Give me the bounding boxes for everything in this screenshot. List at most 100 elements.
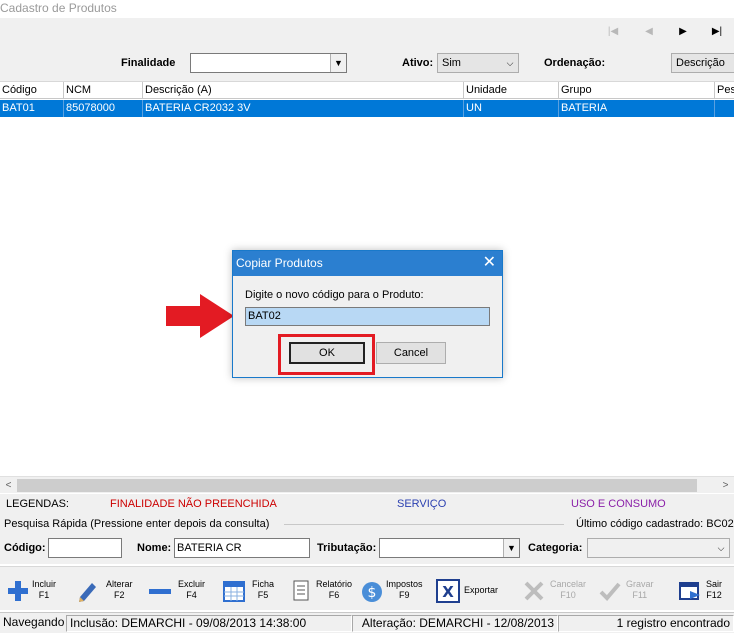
tributacao-select[interactable]: ▼ bbox=[379, 538, 520, 558]
excluir-label: Excluir bbox=[178, 579, 206, 589]
relatorio-label: Relatório bbox=[316, 579, 353, 589]
chevron-down-icon: ▼ bbox=[503, 539, 519, 557]
window-title: Cadastro de Produtos bbox=[0, 0, 734, 18]
ativo-select[interactable]: Sim ⌵ bbox=[437, 53, 519, 73]
ativo-label: Ativo: bbox=[402, 57, 434, 69]
cell-ncm: 85078000 bbox=[64, 100, 143, 117]
excluir-key: F4 bbox=[186, 590, 197, 600]
cancel-icon bbox=[524, 581, 544, 601]
exportar-label: Exportar bbox=[464, 585, 499, 595]
last-record-button[interactable]: ▶| bbox=[706, 23, 728, 41]
sair-label: Sair bbox=[706, 579, 723, 589]
legend-bar: LEGENDAS: FINALIDADE NÃO PREENCHIDA SERV… bbox=[0, 494, 734, 514]
filter-bar: Finalidade ▼ Ativo: Sim ⌵ Ordenação: Des… bbox=[0, 46, 734, 82]
legend-finalidade-nao-preenchida: FINALIDADE NÃO PREENCHIDA bbox=[110, 498, 277, 510]
finalidade-label: Finalidade bbox=[121, 57, 176, 69]
scroll-left-icon[interactable]: < bbox=[0, 478, 17, 493]
horizontal-scrollbar[interactable]: < > bbox=[0, 476, 734, 493]
divider bbox=[284, 524, 564, 525]
column-header-peso[interactable]: Pes bbox=[715, 82, 734, 99]
incluir-button[interactable]: Incluir F1 bbox=[6, 573, 68, 607]
relatorio-key: F6 bbox=[328, 590, 340, 600]
grid-header: Código NCM Descrição (A) Unidade Grupo P… bbox=[0, 82, 734, 99]
new-code-input[interactable]: BAT02 bbox=[245, 307, 490, 326]
scrollbar-thumb[interactable] bbox=[17, 479, 697, 492]
ativo-value: Sim bbox=[442, 57, 461, 69]
ordenacao-label: Ordenação: bbox=[544, 57, 606, 69]
red-arrow-annotation bbox=[166, 294, 234, 338]
report-icon bbox=[293, 580, 309, 601]
status-alteracao: Alteração: DEMARCHI - 12/08/2013 bbox=[352, 615, 558, 632]
action-toolbar: Incluir F1 Alterar F2 Excluir F4 Ficha F5 Re… bbox=[0, 566, 734, 610]
column-header-unidade[interactable]: Unidade bbox=[464, 82, 559, 99]
cell-descricao: BATERIA CR2032 3V bbox=[143, 100, 464, 117]
cell-codigo: BAT01 bbox=[0, 100, 64, 117]
ficha-button[interactable]: Ficha F5 bbox=[222, 573, 280, 607]
gravar-button[interactable]: Gravar F11 bbox=[598, 573, 658, 607]
column-header-descricao[interactable]: Descrição (A) bbox=[143, 82, 464, 99]
cancelar-key: F10 bbox=[560, 590, 576, 600]
quick-search-title: Pesquisa Rápida (Pressione enter depois … bbox=[4, 518, 270, 530]
close-icon[interactable]: ✕ bbox=[483, 251, 496, 275]
cancel-button[interactable]: Cancel bbox=[376, 342, 446, 364]
chevron-down-icon: ⌵ bbox=[506, 58, 514, 68]
gravar-label: Gravar bbox=[626, 579, 654, 589]
cell-grupo: BATERIA bbox=[559, 100, 715, 117]
incluir-key: F1 bbox=[38, 590, 50, 600]
tributacao-label: Tributação: bbox=[317, 542, 377, 554]
cell-peso bbox=[715, 100, 734, 117]
impostos-key: F9 bbox=[399, 590, 410, 600]
column-header-codigo[interactable]: Código bbox=[0, 82, 64, 99]
legend-servico: SERVIÇO bbox=[397, 498, 447, 510]
cancelar-button[interactable]: Cancelar F10 bbox=[522, 573, 588, 607]
gravar-key: F11 bbox=[632, 590, 648, 600]
finalidade-select[interactable]: ▼ bbox=[190, 53, 347, 73]
sair-button[interactable]: Sair F12 bbox=[678, 573, 730, 607]
minus-icon bbox=[149, 589, 171, 594]
cell-unidade: UN bbox=[464, 100, 559, 117]
nome-input[interactable]: BATERIA CR bbox=[174, 538, 310, 558]
codigo-label: Código: bbox=[4, 542, 46, 554]
prev-record-button[interactable]: ◀ bbox=[638, 23, 660, 41]
chevron-down-icon: ▼ bbox=[330, 54, 346, 72]
incluir-label: Incluir bbox=[32, 579, 57, 589]
pencil-icon bbox=[79, 583, 96, 602]
table-row[interactable]: BAT01 85078000 BATERIA CR2032 3V UN BATE… bbox=[0, 100, 734, 117]
relatorio-button[interactable]: Relatório F6 bbox=[290, 573, 356, 607]
excluir-button[interactable]: Excluir F4 bbox=[148, 573, 210, 607]
legend-title: LEGENDAS: bbox=[6, 498, 69, 510]
impostos-button[interactable]: $ Impostos F9 bbox=[360, 573, 430, 607]
dialog-title: Copiar Produtos bbox=[233, 251, 502, 276]
dollar-icon: $ bbox=[362, 582, 382, 602]
nome-label: Nome: bbox=[137, 542, 172, 554]
quick-search-panel: Pesquisa Rápida (Pressione enter depois … bbox=[0, 514, 734, 564]
first-record-button[interactable]: |◀ bbox=[602, 23, 624, 41]
plus-icon bbox=[8, 581, 28, 601]
ficha-label: Ficha bbox=[252, 579, 275, 589]
chevron-down-icon: ⌵ bbox=[717, 543, 725, 553]
legend-uso-e-consumo: USO E CONSUMO bbox=[571, 498, 666, 510]
calendar-icon bbox=[223, 581, 245, 602]
alterar-label: Alterar bbox=[106, 579, 133, 589]
impostos-label: Impostos bbox=[386, 579, 423, 589]
excel-icon: X bbox=[436, 579, 460, 603]
alterar-button[interactable]: Alterar F2 bbox=[76, 573, 138, 607]
status-count: 1 registro encontrado bbox=[558, 615, 734, 632]
codigo-input[interactable] bbox=[48, 538, 122, 558]
exportar-button[interactable]: X Exportar bbox=[436, 573, 502, 607]
check-icon bbox=[599, 582, 621, 601]
svg-text:X: X bbox=[442, 583, 454, 601]
status-inclusao: Inclusão: DEMARCHI - 09/08/2013 14:38:00 bbox=[66, 615, 352, 632]
ordenacao-value: Descrição bbox=[676, 57, 725, 69]
svg-text:$: $ bbox=[368, 585, 377, 601]
ordenacao-select[interactable]: Descrição bbox=[671, 53, 734, 73]
column-header-grupo[interactable]: Grupo bbox=[559, 82, 715, 99]
exit-icon bbox=[679, 582, 700, 600]
status-bar: Navegando Inclusão: DEMARCHI - 09/08/201… bbox=[0, 612, 734, 633]
scroll-right-icon[interactable]: > bbox=[717, 478, 734, 493]
next-record-button[interactable]: ▶ bbox=[672, 23, 694, 41]
categoria-select[interactable]: ⌵ bbox=[587, 538, 730, 558]
last-code-label: Último código cadastrado: BC02 bbox=[576, 518, 734, 530]
column-header-ncm[interactable]: NCM bbox=[64, 82, 143, 99]
dialog-prompt: Digite o novo código para o Produto: bbox=[245, 289, 424, 301]
